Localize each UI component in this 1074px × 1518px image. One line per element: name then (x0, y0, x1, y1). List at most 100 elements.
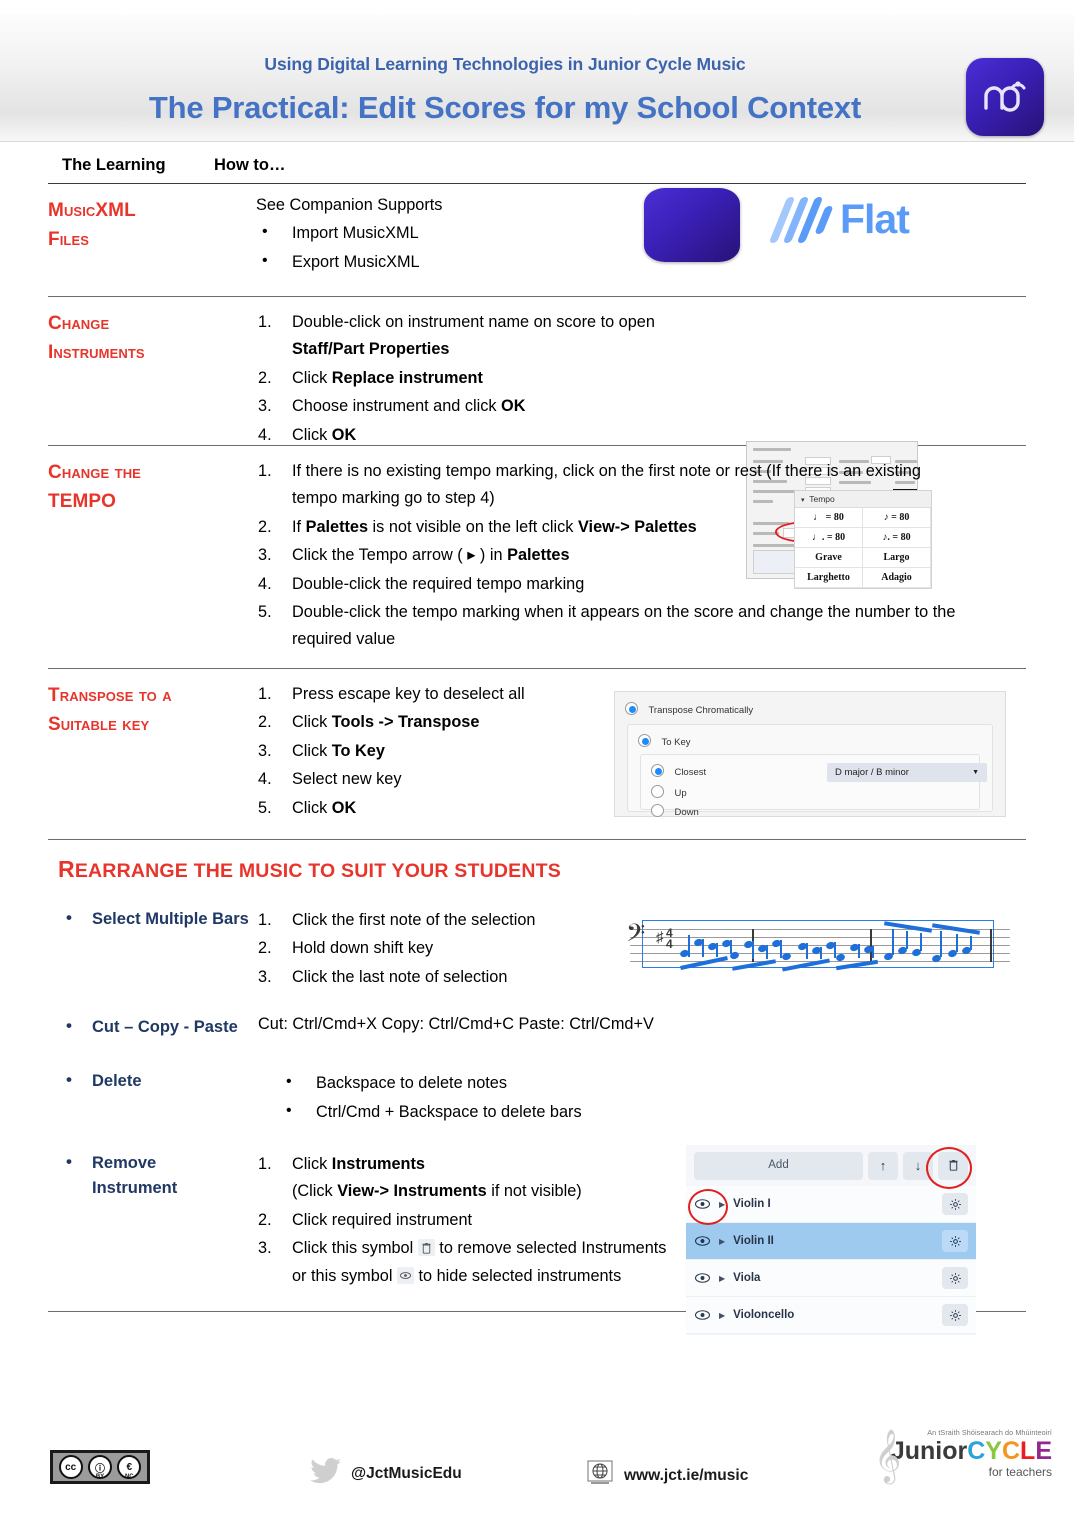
page-footer: cc ⓘ BY € NC @JctMusicEdu www.jct.ie/mus… (0, 1420, 1074, 1518)
musescore-logo-icon (644, 188, 740, 262)
row-label-change-instruments: Change Instruments (48, 313, 145, 364)
list-item: Click the first note of the selection (258, 907, 536, 935)
label-transpose-chromatically: Transpose Chromatically (648, 705, 754, 716)
chevron-right-icon[interactable]: ▶ (719, 1274, 725, 1283)
tempo-palette-screenshot: ▾ Tempo ♩ = 80 ♪ = 80 ♩. = 80 ♪. = 80 Gr… (794, 490, 932, 589)
list-item: Click this symbol to remove selected Ins… (258, 1235, 667, 1285)
list-item: Click the last note of selection (258, 964, 508, 992)
chevron-right-icon[interactable]: ▶ (719, 1237, 725, 1246)
row-label-change-tempo: Change the TEMPO (48, 462, 141, 513)
chevron-down-icon: ▼ (972, 769, 979, 776)
cc-license-badge: cc ⓘ BY € NC (50, 1450, 150, 1484)
twitter-icon (310, 1457, 342, 1489)
list-item: Export MusicXML (256, 247, 1026, 277)
flat-logo: Flat (768, 196, 910, 243)
palette-title: ▾ Tempo (795, 491, 931, 508)
treble-clef-icon: 𝄞 (874, 1429, 902, 1481)
add-instrument-button[interactable]: Add (694, 1152, 863, 1180)
cc-icon: cc (58, 1455, 83, 1479)
list-item: Hold down shift key (258, 935, 434, 963)
palette-cell: ♪. = 80 (863, 528, 931, 548)
instruments-panel-screenshot: Add ↑ ↓ ▶ Violin I ▶ Violin II ▶ Viola ▶… (686, 1145, 976, 1335)
bullet-label-remove-instrument: RemoveInstrument (48, 1149, 256, 1301)
header-subtitle: Using Digital Learning Technologies in J… (264, 54, 746, 74)
radio-transpose-chromatically[interactable] (625, 702, 638, 715)
row-content-musicxml: See Companion Supports Import MusicXML E… (256, 188, 1026, 284)
gear-icon[interactable] (942, 1304, 968, 1326)
palette-cell: Adagio (863, 568, 931, 588)
label-closest: Closest (674, 767, 707, 778)
gear-icon[interactable] (942, 1230, 968, 1252)
row-content-change-tempo: If there is no existing tempo marking, c… (256, 458, 1026, 656)
jc-subtitle: for teachers (988, 1465, 1052, 1479)
companion-supports-text: See Companion Supports (256, 196, 443, 214)
flat-logo-text: Flat (840, 196, 910, 242)
list-item: Click To Key (258, 738, 385, 766)
list-item: Click Instruments (Click View-> Instrume… (258, 1151, 582, 1201)
row-content-transpose: Press escape key to deselect all Click T… (256, 681, 1026, 827)
key-select-dropdown[interactable]: D major / B minor ▼ (827, 763, 987, 782)
list-item: Click OK (258, 422, 357, 450)
flat-bars-icon (768, 196, 834, 243)
list-item: Select Multiple Bars Click the first not… (48, 905, 1026, 1007)
row-content-change-instruments: Double-click on instrument name on score… (256, 309, 1026, 579)
list-item[interactable]: ▶ Violin II (686, 1223, 976, 1260)
instrument-name: Viola (733, 1272, 761, 1284)
list-item: Click required instrument (258, 1207, 473, 1235)
eye-icon[interactable] (694, 1234, 711, 1248)
cc-by-label: BY (95, 1474, 105, 1480)
radio-down[interactable] (651, 804, 664, 817)
label-to-key: To Key (661, 737, 691, 748)
list-item: Ctrl/Cmd + Backspace to delete bars (280, 1097, 1026, 1127)
list-item[interactable]: ▶ Violin I (686, 1186, 976, 1223)
music-staff-selection-screenshot: 𝄢 ♯ 44 (626, 917, 1010, 972)
arrow-up-icon[interactable]: ↑ (868, 1152, 898, 1180)
list-item: Click OK (258, 795, 357, 823)
list-item: Select new key (258, 766, 402, 794)
globe-icon (585, 1458, 615, 1493)
row-label-transpose: Transpose to a Suitable key (48, 685, 172, 736)
website-item[interactable]: www.jct.ie/music (585, 1458, 748, 1493)
chevron-right-icon[interactable]: ▶ (719, 1311, 725, 1320)
list-item: Delete Backspace to delete notes Ctrl/Cm… (48, 1067, 1026, 1143)
palette-cell: Largo (863, 548, 931, 568)
palette-cell: Larghetto (795, 568, 863, 588)
bullet-label-cut-copy-paste: Cut – Copy - Paste (48, 1013, 256, 1063)
palette-cell: Grave (795, 548, 863, 568)
highlight-ellipse (926, 1147, 972, 1189)
shortcut-text: Cut: Ctrl/Cmd+X Copy: Ctrl/Cmd+C Paste: … (258, 1015, 654, 1033)
eye-icon[interactable] (694, 1271, 711, 1285)
list-item: Press escape key to deselect all (258, 681, 525, 709)
radio-up[interactable] (651, 785, 664, 798)
label-down: Down (674, 807, 699, 818)
radio-to-key[interactable] (638, 734, 651, 747)
palette-cell: ♩ = 80 (795, 508, 863, 528)
page-title: The Practical: Edit Scores for my School… (148, 90, 862, 125)
list-item[interactable]: ▶ Viola (686, 1260, 976, 1297)
section-heading-rearrange: REARRANGE THE MUSIC TO SUIT YOUR STUDENT… (58, 856, 561, 882)
list-item: RemoveInstrument Click Instruments (Clic… (48, 1145, 1026, 1335)
label-up: Up (674, 788, 687, 799)
palette-cell: ♪ = 80 (863, 508, 931, 528)
list-item: Click Replace instrument (258, 365, 483, 393)
eye-icon (396, 1266, 414, 1284)
bullet-label-delete: Delete (48, 1067, 256, 1143)
gear-icon[interactable] (942, 1193, 968, 1215)
palette-cell: ♩. = 80 (795, 528, 863, 548)
musescore-logo-icon (966, 58, 1044, 136)
gear-icon[interactable] (942, 1267, 968, 1289)
list-item: Click Tools -> Transpose (258, 709, 480, 737)
jc-word-junior: Junior (890, 1437, 968, 1465)
list-item: Double-click the tempo marking when it a… (258, 599, 956, 649)
radio-closest[interactable] (651, 764, 664, 777)
list-item: Double-click on instrument name on score… (258, 309, 655, 359)
list-item[interactable]: ▶ Violoncello (686, 1297, 976, 1334)
list-item: Backspace to delete notes (280, 1068, 1026, 1098)
col-header-howto: How to… (214, 156, 286, 174)
list-item: Import MusicXML (256, 218, 1026, 248)
twitter-item[interactable]: @JctMusicEdu (310, 1457, 462, 1489)
instrument-name: Violin I (733, 1198, 771, 1210)
jc-wordmark: JuniorCYCLE (890, 1437, 1052, 1465)
junior-cycle-logo: 𝄞 An tSraith Shóisearach do Mhúinteoirí … (874, 1428, 1052, 1479)
eye-icon[interactable] (694, 1308, 711, 1322)
